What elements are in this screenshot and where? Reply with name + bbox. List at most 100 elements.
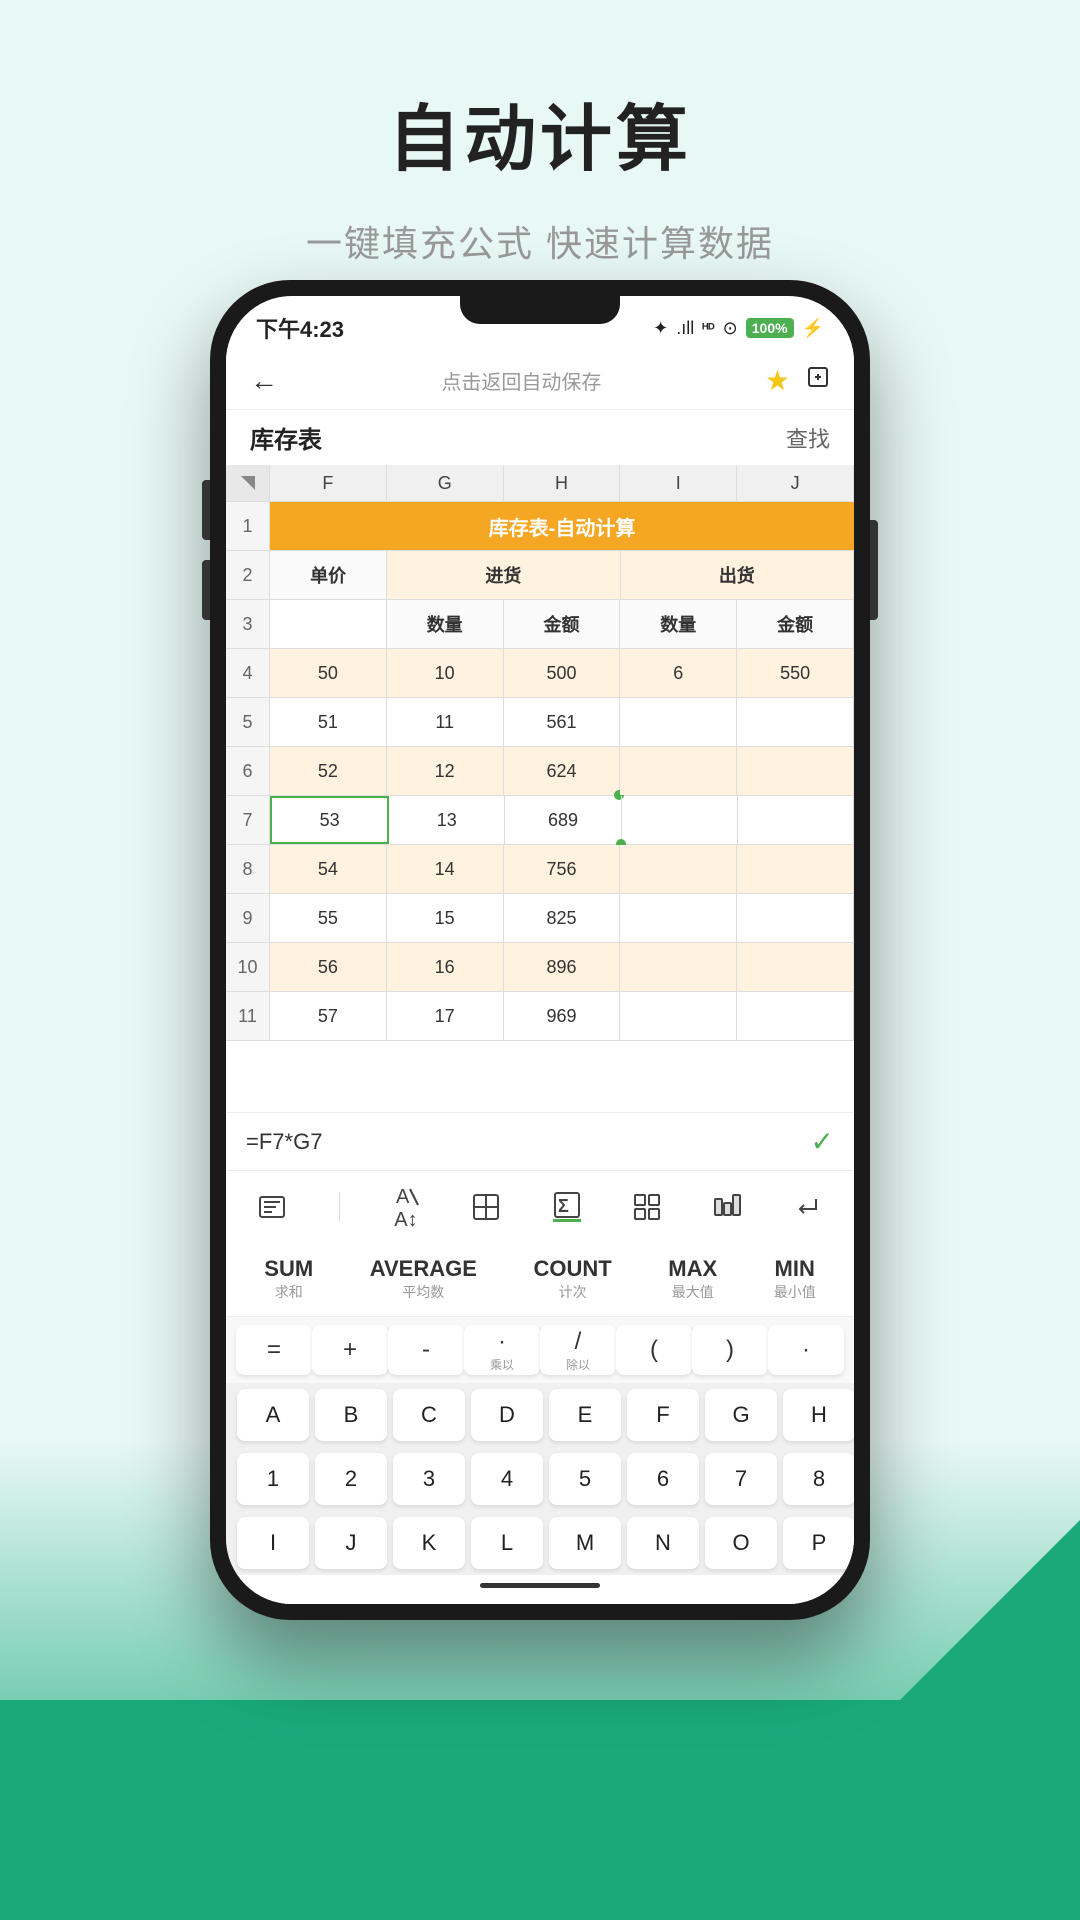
cell-5-G[interactable]: 11 xyxy=(387,698,504,746)
lparen-button[interactable]: ( xyxy=(616,1325,692,1375)
equals-button[interactable]: = xyxy=(236,1325,312,1375)
key-4[interactable]: 4 xyxy=(471,1453,543,1505)
cell-6-J[interactable] xyxy=(737,747,854,795)
cell-4-H[interactable]: 500 xyxy=(504,649,621,697)
toolbar-formula-icon[interactable]: Σ xyxy=(553,1191,581,1222)
cell-9-J[interactable] xyxy=(737,894,854,942)
cell-11-H[interactable]: 969 xyxy=(504,992,621,1040)
table-row[interactable]: 10 56 16 896 xyxy=(226,943,854,992)
row-num-1: 1 xyxy=(226,502,270,550)
cell-7-F[interactable]: 53 xyxy=(270,796,389,844)
key-A[interactable]: A xyxy=(237,1389,309,1441)
cell-6-I[interactable] xyxy=(620,747,737,795)
cell-6-G[interactable]: 12 xyxy=(387,747,504,795)
toolbar-table-icon[interactable] xyxy=(472,1193,500,1221)
formula-confirm-button[interactable]: ✓ xyxy=(811,1125,834,1158)
plus-button[interactable]: + xyxy=(312,1325,388,1375)
cell-11-G[interactable]: 17 xyxy=(387,992,504,1040)
table-row[interactable]: 7 53 13 689 xyxy=(226,796,854,845)
count-button[interactable]: COUNT 计次 xyxy=(517,1250,627,1308)
cell-9-I[interactable] xyxy=(620,894,737,942)
cell-7-I[interactable] xyxy=(622,796,738,844)
min-button[interactable]: MIN 最小值 xyxy=(758,1250,832,1308)
sum-button[interactable]: SUM 求和 xyxy=(248,1250,329,1308)
cell-9-F[interactable]: 55 xyxy=(270,894,387,942)
nav-center-text: 点击返回自动保存 xyxy=(441,366,601,395)
key-I[interactable]: I xyxy=(237,1517,309,1569)
cell-8-H[interactable]: 756 xyxy=(504,845,621,893)
cell-10-F[interactable]: 56 xyxy=(270,943,387,991)
key-C[interactable]: C xyxy=(393,1389,465,1441)
export-button[interactable] xyxy=(806,365,830,396)
cell-6-H[interactable]: 624 xyxy=(504,747,621,795)
cell-8-F[interactable]: 54 xyxy=(270,845,387,893)
cell-11-I[interactable] xyxy=(620,992,737,1040)
key-1[interactable]: 1 xyxy=(237,1453,309,1505)
table-row[interactable]: 4 50 10 500 6 550 xyxy=(226,649,854,698)
toolbar-format-icon[interactable]: A A↕ xyxy=(392,1181,420,1232)
multiply-button[interactable]: · 乘以 xyxy=(464,1325,540,1375)
key-7[interactable]: 7 xyxy=(705,1453,777,1505)
key-P[interactable]: P xyxy=(783,1517,854,1569)
cell-11-J[interactable] xyxy=(737,992,854,1040)
max-button[interactable]: MAX 最大值 xyxy=(652,1250,733,1308)
cell-8-I[interactable] xyxy=(620,845,737,893)
key-5[interactable]: 5 xyxy=(549,1453,621,1505)
cell-5-H[interactable]: 561 xyxy=(504,698,621,746)
key-O[interactable]: O xyxy=(705,1517,777,1569)
cell-4-I[interactable]: 6 xyxy=(620,649,737,697)
cell-7-J[interactable] xyxy=(738,796,854,844)
key-F[interactable]: F xyxy=(627,1389,699,1441)
cell-5-J[interactable] xyxy=(737,698,854,746)
cell-9-H[interactable]: 825 xyxy=(504,894,621,942)
cell-10-J[interactable] xyxy=(737,943,854,991)
back-button[interactable]: ← xyxy=(250,365,278,397)
toolbar-text-icon[interactable] xyxy=(258,1193,286,1221)
cell-11-F[interactable]: 57 xyxy=(270,992,387,1040)
table-row[interactable]: 11 57 17 969 xyxy=(226,992,854,1041)
find-button[interactable]: 查找 xyxy=(786,422,830,454)
cell-4-G[interactable]: 10 xyxy=(387,649,504,697)
key-2[interactable]: 2 xyxy=(315,1453,387,1505)
key-N[interactable]: N xyxy=(627,1517,699,1569)
key-6[interactable]: 6 xyxy=(627,1453,699,1505)
average-button[interactable]: AVERAGE 平均数 xyxy=(354,1250,493,1308)
cell-8-G[interactable]: 14 xyxy=(387,845,504,893)
toolbar-chart-icon[interactable] xyxy=(713,1193,741,1221)
divide-button[interactable]: / 除以 xyxy=(540,1325,616,1375)
dot-button[interactable]: · xyxy=(768,1325,844,1375)
minus-button[interactable]: - xyxy=(388,1325,464,1375)
cell-4-F[interactable]: 50 xyxy=(270,649,387,697)
key-G[interactable]: G xyxy=(705,1389,777,1441)
star-button[interactable]: ★ xyxy=(765,364,790,397)
sheet-name: 库存表 xyxy=(250,420,322,455)
cell-7-H[interactable]: 689 xyxy=(505,796,621,844)
table-row[interactable]: 9 55 15 825 xyxy=(226,894,854,943)
toolbar-enter-icon[interactable] xyxy=(794,1193,822,1221)
key-H[interactable]: H xyxy=(783,1389,854,1441)
key-B[interactable]: B xyxy=(315,1389,387,1441)
cell-5-F[interactable]: 51 xyxy=(270,698,387,746)
cell-10-H[interactable]: 896 xyxy=(504,943,621,991)
toolbar-cell-icon[interactable] xyxy=(633,1193,661,1221)
key-3[interactable]: 3 xyxy=(393,1453,465,1505)
key-M[interactable]: M xyxy=(549,1517,621,1569)
cell-4-J[interactable]: 550 xyxy=(737,649,854,697)
table-row[interactable]: 8 54 14 756 xyxy=(226,845,854,894)
key-D[interactable]: D xyxy=(471,1389,543,1441)
cell-6-F[interactable]: 52 xyxy=(270,747,387,795)
key-J[interactable]: J xyxy=(315,1517,387,1569)
key-E[interactable]: E xyxy=(549,1389,621,1441)
cell-5-I[interactable] xyxy=(620,698,737,746)
key-L[interactable]: L xyxy=(471,1517,543,1569)
cell-7-G[interactable]: 13 xyxy=(389,796,505,844)
key-8[interactable]: 8 xyxy=(783,1453,854,1505)
cell-9-G[interactable]: 15 xyxy=(387,894,504,942)
rparen-button[interactable]: ) xyxy=(692,1325,768,1375)
table-row[interactable]: 5 51 11 561 xyxy=(226,698,854,747)
table-row[interactable]: 6 52 12 624 xyxy=(226,747,854,796)
cell-8-J[interactable] xyxy=(737,845,854,893)
cell-10-I[interactable] xyxy=(620,943,737,991)
cell-10-G[interactable]: 16 xyxy=(387,943,504,991)
key-K[interactable]: K xyxy=(393,1517,465,1569)
